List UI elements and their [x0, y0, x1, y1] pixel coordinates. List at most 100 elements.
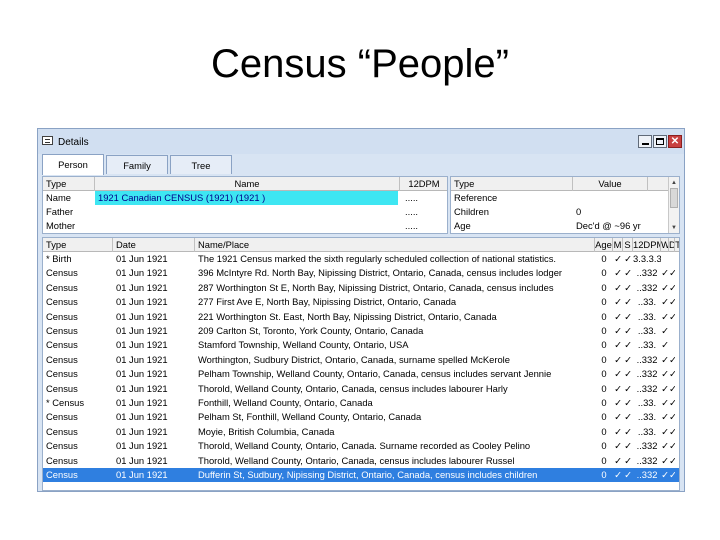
event-place-cell[interactable]: 221 Worthington St. East, North Bay, Nip…	[195, 310, 595, 324]
title-bar[interactable]: Details ✕	[38, 129, 684, 154]
event-place-cell[interactable]: Fonthill, Welland County, Ontario, Canad…	[195, 396, 595, 410]
column-header-type[interactable]: Type	[43, 238, 113, 252]
event-place-cell[interactable]: 287 Worthington St E, North Bay, Nipissi…	[195, 281, 595, 295]
event-m-cell: ✓	[614, 368, 622, 380]
column-header-name[interactable]: Name	[95, 177, 400, 191]
name-type-cell: Father	[46, 206, 74, 217]
event-w-cell: ✓	[661, 469, 669, 480]
fact-value-cell[interactable]: Dec'd @ ~96 yr	[573, 219, 668, 233]
event-type-cell: Census	[46, 310, 78, 322]
event-12dpm-cell: ..332	[636, 368, 658, 380]
event-row[interactable]: Census 01 Jun 1921 Thorold, Welland County…	[43, 439, 679, 453]
column-header-age[interactable]: Age	[595, 238, 613, 252]
event-row[interactable]: Census 01 Jun 1921 Thorold, Welland County…	[43, 454, 679, 468]
column-header-12dpm[interactable]: 12DPM	[400, 177, 447, 191]
tab-tree[interactable]: Tree	[170, 155, 232, 174]
facts-grid: Type Value Reference Children 0 Age Dec'…	[450, 176, 680, 234]
event-age-cell: 0	[601, 310, 607, 322]
event-place-cell[interactable]: Pelham Township, Welland County, Ontario…	[195, 367, 595, 381]
facts-row[interactable]: Age Dec'd @ ~96 yr	[451, 219, 679, 233]
event-place-cell[interactable]: Dufferin St, Sudbury, Nipissing District…	[195, 468, 595, 482]
event-12dpm-cell: ..33.	[637, 411, 657, 423]
event-s-cell: ✓	[624, 353, 632, 365]
names-row[interactable]: Father .....	[43, 205, 447, 219]
event-date-cell: 01 Jun 1921	[116, 296, 168, 308]
event-date-cell: 01 Jun 1921	[116, 382, 168, 394]
event-row[interactable]: Census 01 Jun 1921 277 First Ave E, North …	[43, 295, 679, 309]
event-s-cell: ✓	[624, 325, 632, 336]
event-row[interactable]: Census 01 Jun 1921 Worthington, Sudbury Di…	[43, 353, 679, 367]
scroll-up-icon[interactable]: ▲	[670, 178, 678, 187]
column-header-12dpm[interactable]: 12DPM	[633, 238, 661, 252]
event-place-cell[interactable]: Moyie, British Columbia, Canada	[195, 425, 595, 439]
event-row[interactable]: * Census 01 Jun 1921 Fonthill, Welland Cou…	[43, 396, 679, 410]
event-12dpm-cell: ..33.	[637, 325, 657, 336]
column-header-w[interactable]: W	[661, 238, 669, 252]
event-place-cell[interactable]: The 1921 Census marked the sixth regular…	[195, 252, 595, 266]
column-header-m[interactable]: M	[613, 238, 623, 252]
column-header-name-place[interactable]: Name/Place	[195, 238, 595, 252]
event-place-cell[interactable]: 277 First Ave E, North Bay, Nipissing Di…	[195, 295, 595, 309]
event-m-cell: ✓	[614, 339, 622, 351]
column-header-value[interactable]: Value	[573, 177, 648, 191]
name-value-cell[interactable]	[95, 219, 398, 233]
fact-type-cell: Reference	[454, 192, 498, 203]
facts-grid-header: Type Value	[451, 177, 679, 191]
event-place-cell[interactable]: Thorold, Welland County, Ontario, Canada…	[195, 382, 595, 396]
scroll-thumb[interactable]	[670, 188, 678, 208]
event-place-cell[interactable]: Thorold, Welland County, Ontario, Canada…	[195, 439, 595, 453]
event-row[interactable]: Census 01 Jun 1921 Pelham St, Fonthill, We…	[43, 410, 679, 424]
event-m-cell: ✓	[614, 281, 622, 293]
event-12dpm-cell: ..332	[636, 353, 658, 365]
tab-family[interactable]: Family	[106, 155, 168, 174]
column-header-date[interactable]: Date	[113, 238, 195, 252]
event-m-cell: ✓	[614, 411, 622, 423]
event-place-cell[interactable]: Pelham St, Fonthill, Welland County, Ont…	[195, 410, 595, 424]
event-type-cell: Census	[46, 425, 78, 437]
event-w-cell: ✓	[661, 339, 669, 351]
event-m-cell: ✓	[614, 353, 622, 365]
column-header-fact-type[interactable]: Type	[451, 177, 573, 191]
event-place-cell[interactable]: Worthington, Sudbury District, Ontario, …	[195, 353, 595, 367]
facts-row[interactable]: Reference	[451, 191, 679, 205]
fact-value-cell[interactable]	[573, 191, 668, 205]
event-row[interactable]: Census 01 Jun 1921 221 Worthington St. Eas…	[43, 310, 679, 324]
event-t-cell	[675, 468, 679, 482]
name-value-cell[interactable]: 1921 Canadian CENSUS (1921) (1921 )	[95, 191, 398, 205]
names-row[interactable]: Mother .....	[43, 219, 447, 233]
names-grid-header: Type Name 12DPM	[43, 177, 447, 191]
event-row[interactable]: Census 01 Jun 1921 396 McIntyre Rd. North …	[43, 266, 679, 280]
event-type-cell: * Census	[46, 397, 85, 408]
fact-value-cell[interactable]: 0	[573, 205, 668, 219]
tab-person[interactable]: Person	[42, 154, 104, 175]
scroll-down-icon[interactable]: ▼	[670, 223, 678, 232]
minimize-button[interactable]	[638, 135, 652, 148]
event-type-cell: Census	[46, 281, 78, 293]
name-value-cell[interactable]	[95, 205, 398, 219]
facts-row[interactable]: Children 0	[451, 205, 679, 219]
event-place-cell[interactable]: 396 McIntyre Rd. North Bay, Nipissing Di…	[195, 266, 595, 280]
event-t-cell	[675, 266, 679, 280]
event-row[interactable]: Census 01 Jun 1921 Pelham Township, Wellan…	[43, 367, 679, 381]
facts-scrollbar[interactable]: ▲ ▼	[668, 177, 679, 233]
column-header-type[interactable]: Type	[43, 177, 95, 191]
event-row[interactable]: Census 01 Jun 1921 Thorold, Welland County…	[43, 382, 679, 396]
column-header-s[interactable]: S	[623, 238, 633, 252]
event-row[interactable]: Census 01 Jun 1921 Dufferin St, Sudbury, N…	[43, 468, 679, 482]
event-row[interactable]: Census 01 Jun 1921 Stamford Township, Well…	[43, 338, 679, 352]
column-header-t[interactable]: T	[675, 238, 679, 252]
event-row[interactable]: Census 01 Jun 1921 209 Carlton St, Toronto…	[43, 324, 679, 338]
event-age-cell: 0	[601, 267, 607, 279]
event-t-cell	[675, 281, 679, 295]
event-row[interactable]: * Birth 01 Jun 1921 The 1921 Census marked…	[43, 252, 679, 266]
event-place-cell[interactable]: Stamford Township, Welland County, Ontar…	[195, 338, 595, 352]
event-date-cell: 01 Jun 1921	[116, 325, 168, 336]
names-row[interactable]: Name 1921 Canadian CENSUS (1921) (1921 )…	[43, 191, 447, 205]
event-age-cell: 0	[601, 425, 607, 437]
event-row[interactable]: Census 01 Jun 1921 287 Worthington St E, N…	[43, 281, 679, 295]
close-button[interactable]: ✕	[668, 135, 682, 148]
event-place-cell[interactable]: Thorold, Welland County, Ontario, Canada…	[195, 454, 595, 468]
event-row[interactable]: Census 01 Jun 1921 Moyie, British Columbia…	[43, 425, 679, 439]
event-place-cell[interactable]: 209 Carlton St, Toronto, York County, On…	[195, 324, 595, 338]
maximize-button[interactable]	[653, 135, 667, 148]
